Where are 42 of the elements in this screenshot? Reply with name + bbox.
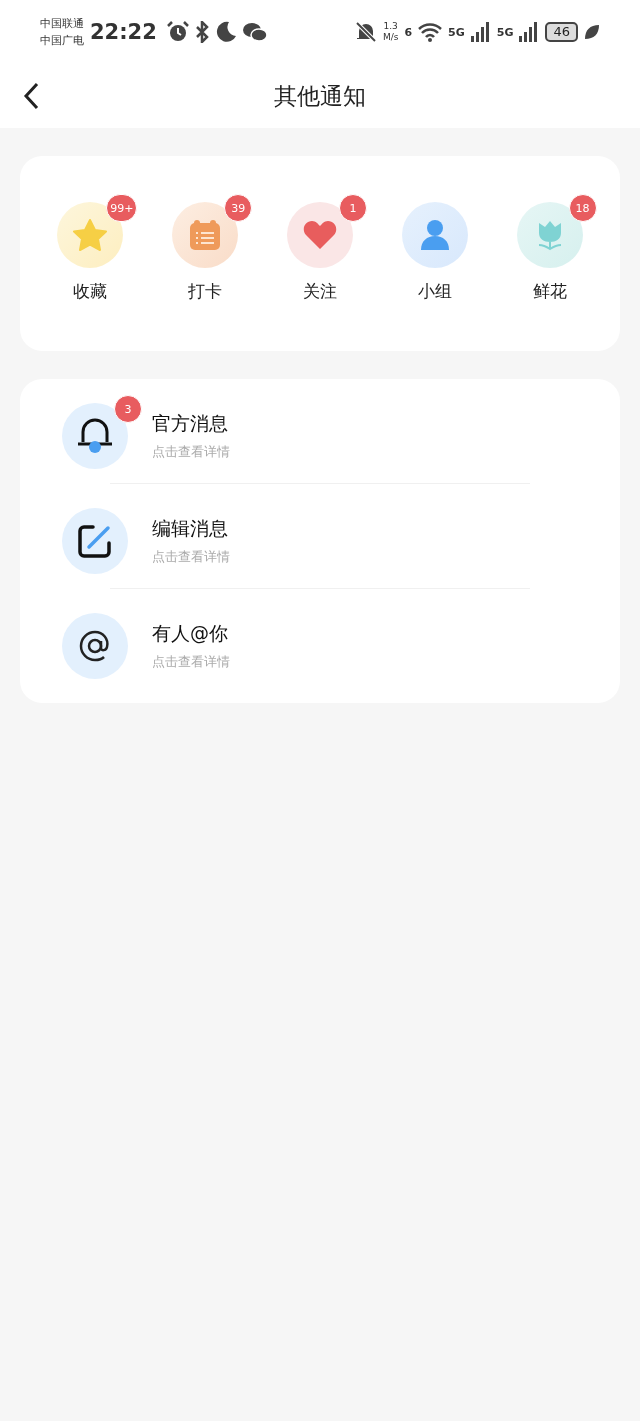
signal-icon [519,22,540,42]
count-badge: 39 [224,194,253,222]
signal-icon [470,22,491,42]
moon-icon [214,21,237,43]
star-icon [73,219,108,251]
category-item[interactable]: 小组 [377,202,493,303]
speed-value: 1.3 [383,21,398,32]
speed-unit: M/s [382,32,399,43]
message-title: 编辑消息 [152,516,229,541]
wifi-label: 6 [404,25,413,39]
back-icon [23,82,39,110]
page-title: 其他通知 [274,81,366,111]
count-badge: 99+ [106,194,138,222]
message-title: 有人@你 [152,621,229,646]
message-subtitle: 点击查看详情 [152,548,230,566]
at-icon [79,630,111,662]
bluetooth-icon [194,21,209,43]
count-badge: 18 [568,194,597,222]
message-item[interactable]: 有人@你 点击查看详情 [20,589,620,693]
carrier-name: 中国广电 [40,33,84,49]
chat-icon [242,22,267,42]
count-badge: 3 [114,395,142,423]
person-icon [419,219,450,251]
message-title: 官方消息 [152,411,229,436]
message-subtitle: 点击查看详情 [152,653,230,671]
wifi-icon [418,22,443,42]
count-badge: 1 [339,194,367,222]
message-item[interactable]: 3 官方消息 点击查看详情 [20,379,620,483]
carrier-name: 中国联通 [40,16,84,32]
network-label: 5G [496,25,514,39]
network-label: 5G [448,25,465,39]
edit-icon [78,524,112,558]
clock-time: 22:22 [90,20,157,44]
muted-bell-icon [354,21,377,43]
battery-level: 46 [545,22,578,42]
leaf-icon [584,24,600,40]
bell-icon [77,418,113,454]
alarm-icon [166,21,189,43]
calendar-icon [189,219,222,251]
heart-icon [303,220,337,250]
message-subtitle: 点击查看详情 [152,443,230,461]
message-item[interactable]: 编辑消息 点击查看详情 [20,484,620,588]
